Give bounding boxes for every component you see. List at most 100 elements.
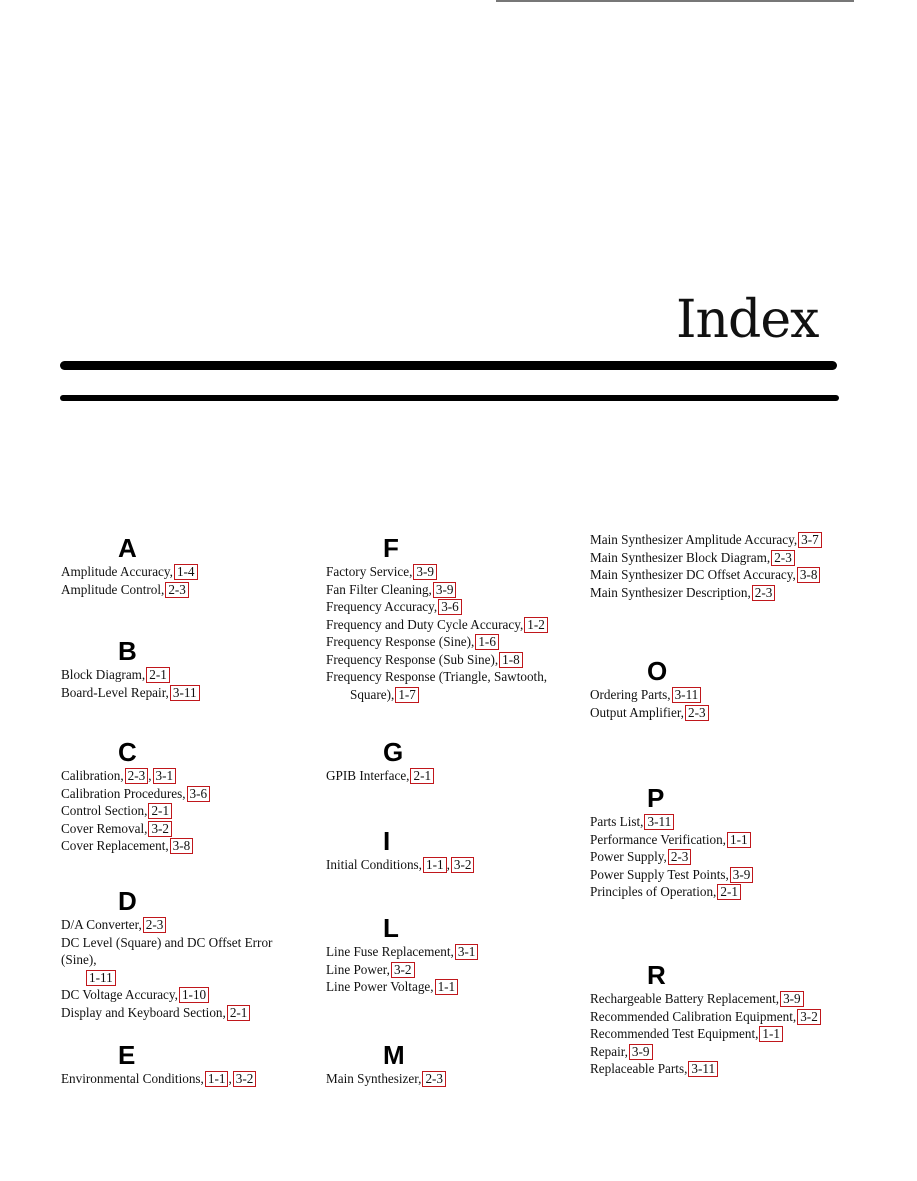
entry-term: Recommended Calibration Equipment, (590, 1008, 797, 1024)
page-ref-link[interactable]: 3-1 (152, 768, 177, 784)
entry-term: Power Supply, (590, 849, 667, 864)
page-ref-link[interactable]: 3-11 (671, 687, 702, 703)
page-ref-link[interactable]: 3-8 (169, 838, 194, 854)
page-ref-link[interactable]: 1-10 (178, 987, 210, 1003)
index-entry: Main Synthesizer Amplitude Accuracy, 3-7 (590, 531, 860, 549)
index-entry: Control Section, 2-1 (61, 802, 331, 820)
index-section-f: F Factory Service, 3-9 Fan Filter Cleaning,… (326, 533, 596, 703)
entry-term: Main Synthesizer Block Diagram, (590, 549, 771, 565)
index-entry: Main Synthesizer Block Diagram, 2-3 (590, 549, 860, 567)
entry-term: Amplitude Accuracy, (61, 564, 173, 579)
index-entry: Frequency Response (Sine), 1-6 (326, 633, 596, 651)
section-letter-heading: C (118, 737, 137, 767)
entry-term: Fan Filter Cleaning, (326, 581, 432, 597)
page-ref-link[interactable]: 1-1 (204, 1071, 229, 1087)
index-entry: Initial Conditions, 1-1, 3-2 (326, 856, 596, 874)
page-ref-link[interactable]: 2-3 (124, 768, 149, 784)
page-ref-link[interactable]: 1-1 (422, 857, 447, 873)
section-letter-heading: M (383, 1040, 405, 1070)
page-ref-link[interactable]: 2-3 (422, 1071, 447, 1087)
entry-term-continuation: Square), (350, 686, 395, 702)
page-ref-link[interactable]: 2-1 (226, 1004, 251, 1021)
index-entry: Cover Removal, 3-2 (61, 820, 331, 838)
index-entry: Line Power, 3-2 (326, 961, 596, 979)
index-section-o: O Ordering Parts, 3-11 Output Amplifier, 2-3 (590, 656, 860, 721)
page-ref-link[interactable]: 3-9 (780, 991, 804, 1007)
page-ref-link[interactable]: 1-1 (726, 831, 751, 848)
page-ref-link[interactable]: 2-3 (165, 581, 189, 598)
entry-term: Ordering Parts, (590, 687, 671, 702)
page-ref-link[interactable]: 2-3 (751, 584, 776, 601)
page-ref-link[interactable]: 3-2 (450, 857, 475, 873)
entry-term: Initial Conditions, (326, 857, 422, 872)
page-ref-link[interactable]: 3-9 (729, 866, 754, 883)
page-ref-link[interactable]: 2-1 (717, 884, 741, 900)
section-letter-heading: P (647, 783, 665, 813)
page-ref-link[interactable]: 3-2 (148, 820, 173, 837)
page-ref-link[interactable]: 3-11 (644, 814, 675, 830)
ref-separator: , (148, 768, 152, 783)
page-ref-link[interactable]: 2-3 (771, 549, 795, 566)
entry-term: Frequency Response (Triangle, Sawtooth, (326, 669, 548, 684)
page-ref-link[interactable]: 3-2 (390, 961, 415, 978)
page-ref-link[interactable]: 1-6 (475, 634, 499, 650)
page-ref-link[interactable]: 2-1 (410, 768, 435, 784)
page-ref-link[interactable]: 3-7 (798, 532, 822, 548)
entry-term: Calibration Procedures, (61, 785, 186, 801)
page-ref-link[interactable]: 2-3 (667, 849, 692, 865)
page-ref-link[interactable]: 1-8 (499, 651, 523, 668)
page-ref-link[interactable]: 3-11 (169, 684, 200, 701)
index-entry: D/A Converter, 2-3 (61, 916, 331, 934)
entry-term: Block Diagram, (61, 667, 146, 682)
page-ref-link[interactable]: 1-2 (524, 616, 548, 633)
index-section-c: C Calibration, 2-3, 3-1 Calibration Procedur… (61, 737, 331, 855)
index-entry: Fan Filter Cleaning, 3-9 (326, 581, 596, 599)
index-entry: Line Power Voltage, 1-1 (326, 978, 596, 996)
index-section-p: P Parts List, 3-11 Performance Verification… (590, 783, 860, 901)
page-ref-link[interactable]: 3-1 (454, 944, 479, 960)
section-letter-heading: G (383, 737, 404, 767)
page-ref-link[interactable]: 3-6 (438, 599, 462, 615)
index-section-b: B Block Diagram, 2-1 Board-Level Repair, 3-1… (61, 636, 331, 701)
page-ref-link[interactable]: 3-2 (797, 1008, 821, 1025)
page-ref-link[interactable]: 1-7 (395, 686, 419, 703)
page-ref-link[interactable]: 3-8 (796, 567, 821, 583)
page-ref-link[interactable]: 3-9 (413, 564, 438, 580)
ref-separator: , (446, 857, 450, 872)
page-ref-link[interactable]: 1-4 (173, 564, 198, 580)
top-edge-rule (496, 0, 854, 2)
page-ref-link[interactable]: 1-1 (434, 979, 459, 995)
index-section-a: A Amplitude Accuracy, 1-4 Amplitude Control… (61, 533, 331, 598)
entry-term: Line Fuse Replacement, (326, 944, 454, 959)
page-ref-link[interactable]: 2-1 (146, 667, 170, 683)
page-ref-link[interactable]: 3-6 (186, 785, 211, 802)
page-ref-link[interactable]: 3-11 (688, 1061, 719, 1077)
page-ref-link[interactable]: 3-2 (232, 1071, 257, 1087)
index-entry: GPIB Interface, 2-1 (326, 767, 596, 785)
index-entry: Repair, 3-9 (590, 1043, 860, 1061)
entry-term: Frequency Accuracy, (326, 599, 438, 614)
index-entry: Main Synthesizer, 2-3 (326, 1070, 596, 1088)
index-entry: DC Voltage Accuracy, 1-10 (61, 986, 331, 1004)
section-letter-heading: R (647, 960, 666, 990)
page-ref-link[interactable]: 1-11 (86, 969, 116, 986)
section-letter-heading: D (118, 886, 137, 916)
entry-term: Factory Service, (326, 564, 413, 579)
index-entry: Block Diagram, 2-1 (61, 666, 331, 684)
entry-term: Main Synthesizer DC Offset Accuracy, (590, 567, 796, 582)
index-entry: Environmental Conditions, 1-1, 3-2 (61, 1070, 331, 1088)
page-ref-link[interactable]: 3-9 (628, 1043, 653, 1060)
page-ref-link[interactable]: 1-1 (759, 1026, 783, 1042)
page-ref-link[interactable]: 2-3 (142, 917, 167, 933)
page-ref-link[interactable]: 2-3 (684, 704, 709, 721)
index-entry: Amplitude Control, 2-3 (61, 581, 331, 599)
entry-term: Main Synthesizer Description, (590, 584, 751, 600)
page-ref-link[interactable]: 2-1 (148, 803, 173, 819)
page-ref-link[interactable]: 3-9 (432, 581, 457, 598)
entry-term: Environmental Conditions, (61, 1071, 204, 1086)
ref-separator: , (228, 1071, 232, 1086)
index-section-e: E Environmental Conditions, 1-1, 3-2 (61, 1040, 331, 1088)
entry-term: Repair, (590, 1043, 628, 1059)
section-letter-heading: A (118, 533, 137, 563)
index-section-g: G GPIB Interface, 2-1 (326, 737, 596, 785)
